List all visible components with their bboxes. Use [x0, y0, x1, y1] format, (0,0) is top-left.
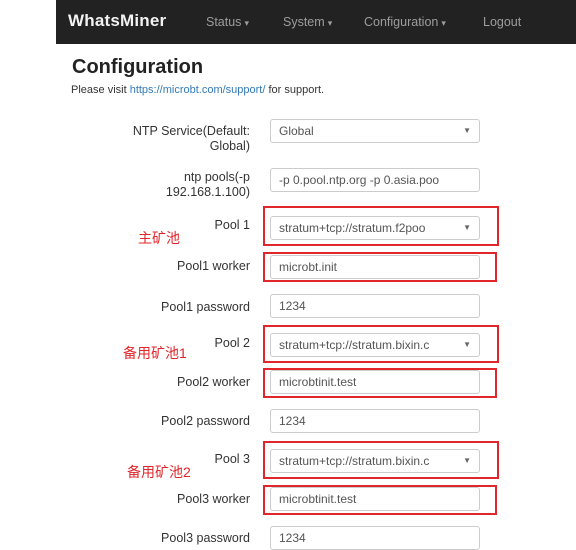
pool2-label: Pool 2: [214, 336, 250, 350]
brand-logo[interactable]: WhatsMiner: [68, 11, 166, 31]
support-note: Please visit https://microbt.com/support…: [71, 84, 324, 96]
pool3-password-input[interactable]: 1234: [270, 526, 480, 550]
nav-status[interactable]: Status ▾: [206, 15, 249, 29]
ntp-service-label-line2: Global): [209, 139, 250, 153]
pool1-worker-highlight: [263, 252, 497, 282]
chevron-down-icon: ▾: [441, 18, 446, 28]
ntp-pools-label-line2: 192.168.1.100): [165, 185, 250, 199]
annotation-backup-pool-2: 备用矿池2: [127, 464, 191, 480]
page-title: Configuration: [72, 56, 204, 78]
nav-configuration-label: Configuration: [364, 15, 439, 29]
pool3-label: Pool 3: [214, 452, 250, 466]
pool2-highlight: [263, 325, 499, 363]
pool1-password-label: Pool1 password: [161, 300, 250, 314]
ntp-pools-label-line1: ntp pools(-p: [183, 170, 250, 184]
pool1-password-input[interactable]: 1234: [270, 294, 480, 318]
pool2-password-label: Pool2 password: [161, 414, 250, 428]
ntp-service-label-line1: NTP Service(Default:: [132, 124, 250, 138]
pool1-worker-label: Pool1 worker: [177, 259, 250, 273]
nav-status-label: Status: [206, 15, 242, 29]
pool2-worker-label: Pool2 worker: [177, 375, 250, 389]
select-arrow-icon: ▼: [463, 126, 471, 135]
ntp-service-label: NTP Service(Default: Global): [133, 124, 250, 154]
navbar: WhatsMiner Status ▾ System ▾ Configuration…: [56, 0, 576, 44]
pool3-worker-highlight: [263, 485, 497, 515]
nav-logout[interactable]: Logout: [483, 15, 521, 29]
support-link[interactable]: https://microbt.com/support/: [130, 84, 266, 96]
ntp-service-select[interactable]: Global ▼: [270, 119, 480, 143]
chevron-down-icon: ▾: [327, 18, 333, 28]
pool1-highlight: [263, 206, 499, 246]
pool3-highlight: [263, 441, 499, 479]
support-suffix: for support.: [265, 84, 325, 96]
nav-system[interactable]: System ▾: [283, 15, 332, 29]
annotation-primary-pool: 主矿池: [138, 230, 180, 246]
chevron-down-icon: ▾: [244, 18, 249, 28]
pool1-label: Pool 1: [214, 218, 250, 232]
support-prefix: Please visit: [71, 84, 130, 96]
pool2-worker-highlight: [263, 368, 497, 398]
nav-configuration[interactable]: Configuration ▾: [364, 15, 446, 29]
pool3-worker-label: Pool3 worker: [177, 492, 250, 506]
annotation-backup-pool-1: 备用矿池1: [123, 345, 187, 361]
nav-system-label: System: [283, 15, 325, 29]
ntp-pools-input[interactable]: -p 0.pool.ntp.org -p 0.asia.poo: [270, 168, 480, 192]
ntp-pools-label: ntp pools(-p 192.168.1.100): [166, 170, 250, 200]
pool2-password-input[interactable]: 1234: [270, 409, 480, 433]
ntp-service-value: Global: [279, 124, 314, 138]
pool3-password-label: Pool3 password: [161, 531, 250, 545]
